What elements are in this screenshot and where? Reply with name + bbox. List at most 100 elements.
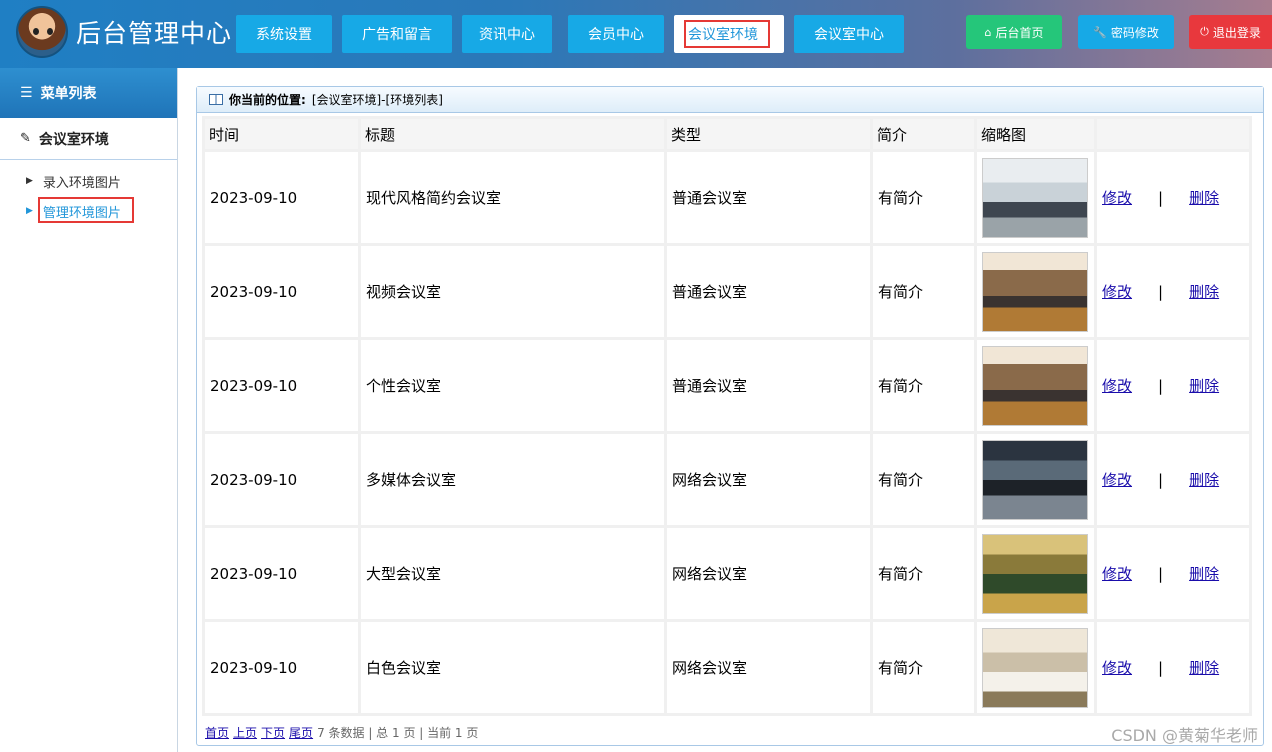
logout-label: 退出登录 — [1212, 25, 1261, 40]
cell-intro: 有简介 — [873, 528, 974, 619]
thumbnail-image — [982, 251, 1088, 332]
cell-actions: 修改 | 删除 — [1097, 340, 1249, 431]
table-row: 2023-09-10 大型会议室 网络会议室 有简介 修改 | 删除 — [205, 528, 1249, 619]
cell-actions: 修改 | 删除 — [1097, 528, 1249, 619]
cell-thumbnail — [977, 528, 1094, 619]
cell-type: 普通会议室 — [667, 246, 870, 337]
separator: | — [1158, 564, 1164, 583]
separator: | — [1158, 658, 1164, 677]
edit-link[interactable]: 修改 — [1102, 375, 1132, 396]
column-header-actions — [1097, 119, 1249, 149]
column-header-type: 类型 — [667, 119, 870, 149]
delete-link[interactable]: 删除 — [1189, 469, 1219, 490]
environment-table: 时间 标题 类型 简介 缩略图 2023-09-10 现代风格简约会议室 普通会… — [202, 116, 1252, 716]
pager-first[interactable]: 首页 — [205, 724, 229, 741]
table-row: 2023-09-10 白色会议室 网络会议室 有简介 修改 | 删除 — [205, 622, 1249, 713]
edit-link[interactable]: 修改 — [1102, 281, 1132, 302]
cell-time: 2023-09-10 — [205, 622, 358, 713]
cell-thumbnail — [977, 434, 1094, 525]
menu-header: ☰ 菜单列表 — [0, 68, 177, 118]
change-password-button[interactable]: 🔧 密码修改 — [1078, 15, 1174, 49]
separator: | — [1158, 188, 1164, 207]
table-row: 2023-09-10 多媒体会议室 网络会议室 有简介 修改 | 删除 — [205, 434, 1249, 525]
nav-ads-messages[interactable]: 广告和留言 — [342, 15, 452, 53]
table-row: 2023-09-10 视频会议室 普通会议室 有简介 修改 | 删除 — [205, 246, 1249, 337]
cell-type: 网络会议室 — [667, 622, 870, 713]
home-button-label: 后台首页 — [995, 25, 1044, 40]
thumbnail-image — [982, 345, 1088, 426]
nav-meeting-environment[interactable]: 会议室环境 — [674, 15, 784, 53]
column-header-intro: 简介 — [873, 119, 974, 149]
cell-intro: 有简介 — [873, 340, 974, 431]
nav-member-center[interactable]: 会员中心 — [568, 15, 664, 53]
column-header-title: 标题 — [361, 119, 664, 149]
menu-group-title: 会议室环境 — [38, 131, 109, 148]
pager-last[interactable]: 尾页 — [289, 724, 313, 741]
thumbnail-image — [982, 439, 1088, 520]
nav-meeting-room-center[interactable]: 会议室中心 — [794, 15, 904, 53]
thumbnail-image — [982, 157, 1088, 238]
cell-type: 网络会议室 — [667, 434, 870, 525]
cell-time: 2023-09-10 — [205, 152, 358, 243]
cell-title: 个性会议室 — [361, 340, 664, 431]
delete-link[interactable]: 删除 — [1189, 375, 1219, 396]
cell-title: 多媒体会议室 — [361, 434, 664, 525]
edit-link[interactable]: 修改 — [1102, 469, 1132, 490]
book-icon — [209, 94, 223, 105]
delete-link[interactable]: 删除 — [1189, 563, 1219, 584]
thumbnail-image — [982, 533, 1088, 614]
caret-right-icon: ▶ — [26, 206, 33, 216]
content-panel: 你当前的位置: [会议室环境]-[环境列表] 时间 标题 类型 简介 缩略图 2… — [196, 86, 1264, 746]
cell-title: 大型会议室 — [361, 528, 664, 619]
table-row: 2023-09-10 现代风格简约会议室 普通会议室 有简介 修改 | 删除 — [205, 152, 1249, 243]
cell-thumbnail — [977, 622, 1094, 713]
delete-link[interactable]: 删除 — [1189, 657, 1219, 678]
home-button[interactable]: ⌂ 后台首页 — [966, 15, 1062, 49]
cell-thumbnail — [977, 246, 1094, 337]
breadcrumb-label: 你当前的位置: — [229, 93, 306, 107]
edit-link[interactable]: 修改 — [1102, 187, 1132, 208]
sidebar-item-label: 录入环境图片 — [42, 175, 121, 191]
column-header-time: 时间 — [205, 119, 358, 149]
delete-link[interactable]: 删除 — [1189, 187, 1219, 208]
sidebar-item-manage-environment-image[interactable]: ▶ 管理环境图片 — [0, 196, 177, 226]
edit-icon: ✎ — [20, 131, 31, 146]
breadcrumb-path: [会议室环境]-[环境列表] — [311, 93, 443, 107]
pager-summary: 7 条数据 | 总 1 页 | 当前 1 页 — [317, 726, 479, 740]
logout-button[interactable]: ⏻ 退出登录 — [1189, 15, 1272, 49]
separator: | — [1158, 470, 1164, 489]
cell-intro: 有简介 — [873, 152, 974, 243]
cell-time: 2023-09-10 — [205, 340, 358, 431]
edit-link[interactable]: 修改 — [1102, 563, 1132, 584]
cell-actions: 修改 | 删除 — [1097, 622, 1249, 713]
watermark: CSDN @黄菊华老师 — [1111, 726, 1258, 745]
cell-title: 视频会议室 — [361, 246, 664, 337]
sidebar-item-add-environment-image[interactable]: ▶ 录入环境图片 — [0, 166, 177, 196]
cell-actions: 修改 | 删除 — [1097, 246, 1249, 337]
cell-thumbnail — [977, 152, 1094, 243]
wrench-icon: 🔧 — [1093, 25, 1107, 39]
nav-news-center[interactable]: 资讯中心 — [462, 15, 552, 53]
separator: | — [1158, 376, 1164, 395]
pager-next[interactable]: 下页 — [261, 724, 285, 741]
delete-link[interactable]: 删除 — [1189, 281, 1219, 302]
cell-time: 2023-09-10 — [205, 528, 358, 619]
column-header-thumbnail: 缩略图 — [977, 119, 1094, 149]
top-header: 后台管理中心 系统设置 广告和留言 资讯中心 会员中心 会议室环境 会议室中心 … — [0, 0, 1272, 68]
logo-avatar — [16, 6, 68, 58]
cell-actions: 修改 | 删除 — [1097, 152, 1249, 243]
menu-group-meeting-environment[interactable]: ✎ 会议室环境 — [0, 118, 177, 160]
caret-right-icon: ▶ — [26, 176, 33, 186]
breadcrumb: 你当前的位置: [会议室环境]-[环境列表] — [197, 87, 1263, 113]
nav-system-settings[interactable]: 系统设置 — [236, 15, 332, 53]
pagination: 首页 上页 下页 尾页 7 条数据 | 总 1 页 | 当前 1 页 — [205, 724, 478, 741]
pager-prev[interactable]: 上页 — [233, 724, 257, 741]
site-title: 后台管理中心 — [76, 19, 233, 48]
cell-title: 现代风格简约会议室 — [361, 152, 664, 243]
table-header-row: 时间 标题 类型 简介 缩略图 — [205, 119, 1249, 149]
cell-time: 2023-09-10 — [205, 434, 358, 525]
cell-type: 网络会议室 — [667, 528, 870, 619]
home-icon: ⌂ — [984, 25, 992, 39]
cell-title: 白色会议室 — [361, 622, 664, 713]
edit-link[interactable]: 修改 — [1102, 657, 1132, 678]
